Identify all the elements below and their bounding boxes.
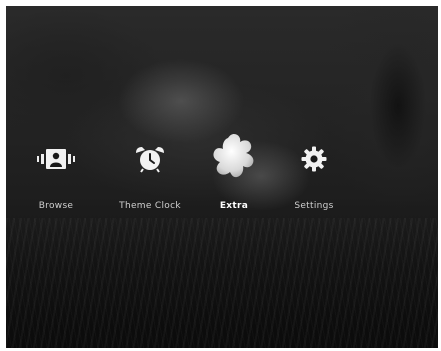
- browse-icon: [36, 148, 76, 170]
- gear-icon: [301, 146, 327, 172]
- menu-label-settings: Settings: [294, 201, 334, 211]
- photo-frame-screen: Browse Theme Clock Extra Settings: [6, 6, 438, 348]
- menu-label-browse: Browse: [38, 201, 74, 211]
- flower-icon: [206, 130, 262, 186]
- background-grass: [6, 218, 438, 348]
- menu-item-settings[interactable]: Settings: [264, 141, 364, 231]
- menu-item-browse[interactable]: Browse: [6, 141, 106, 231]
- alarm-clock-icon: [133, 144, 167, 174]
